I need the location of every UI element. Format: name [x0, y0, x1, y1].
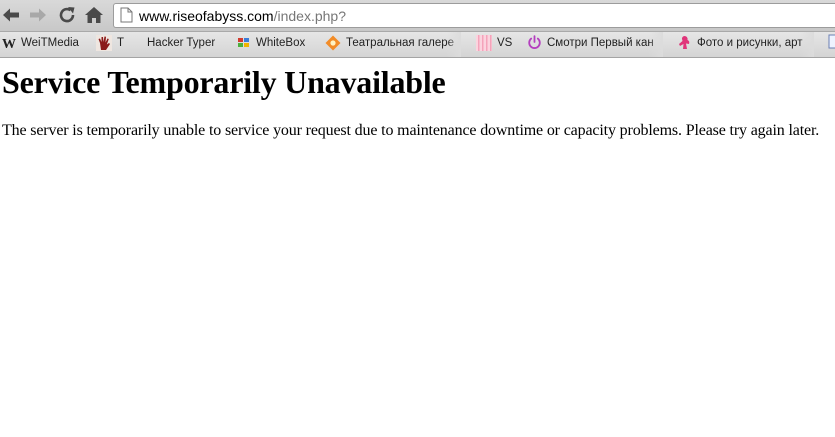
pink-stripes-icon	[476, 34, 492, 51]
address-bar[interactable]: www.riseofabyss.com/index.php?	[113, 3, 835, 28]
url-host: www.riseofabyss.com	[139, 8, 274, 24]
colored-squares-icon	[237, 36, 251, 50]
label-fade	[649, 32, 663, 57]
bookmark-overflow-partial[interactable]	[828, 32, 835, 57]
blank-page-icon	[128, 36, 142, 50]
url-path: /index.php?	[273, 8, 346, 24]
bookmark-theater-gallery[interactable]: Театральная галере	[325, 32, 461, 57]
label-fade	[447, 32, 461, 57]
orange-diamond-icon	[325, 35, 341, 51]
bookmark-photos-art[interactable]: Фото и рисунки, арт	[677, 32, 813, 57]
bookmark-label: T	[117, 37, 125, 49]
back-arrow-icon[interactable]	[0, 4, 22, 26]
bookmark-hacker-typer[interactable]: Hacker Typer	[128, 32, 215, 57]
error-message: The server is temporarily unable to serv…	[2, 122, 820, 139]
page-title: Service Temporarily Unavailable	[2, 64, 446, 100]
page-icon	[120, 7, 133, 23]
browser-toolbar: www.riseofabyss.com/index.php?	[0, 0, 835, 32]
reload-icon[interactable]	[56, 4, 78, 26]
bookmark-label: VS	[497, 37, 513, 49]
bookmark-t[interactable]: T	[96, 32, 124, 57]
bookmark-channel-one[interactable]: Смотри Первый кан	[527, 32, 663, 57]
url-text[interactable]: www.riseofabyss.com/index.php?	[139, 7, 346, 25]
forward-arrow-icon[interactable]	[27, 4, 49, 26]
pink-figure-icon	[677, 35, 692, 50]
cut-off-icon	[828, 34, 835, 49]
svg-text:W: W	[2, 37, 16, 50]
label-fade	[800, 32, 814, 57]
bookmark-label: Театральная галере	[346, 37, 455, 49]
bookmark-whitebox[interactable]: WhiteBox	[237, 32, 305, 57]
bookmark-label: Фото и рисунки, арт	[697, 37, 803, 49]
w-letter-icon: W	[2, 36, 16, 52]
bookmark-label: Hacker Typer	[147, 37, 216, 49]
bookmark-label: WeiTMedia	[21, 37, 79, 49]
power-icon	[527, 35, 542, 50]
handprint-icon	[96, 34, 112, 51]
bookmarks-bar: W WeiTMedia T Hacker Typer WhiteBox Теат…	[0, 32, 835, 58]
bookmark-label: Смотри Первый кан	[547, 37, 654, 49]
bookmark-vs[interactable]: VS	[476, 32, 512, 57]
home-icon[interactable]	[83, 4, 105, 26]
bookmark-weitmedia[interactable]: W WeiTMedia	[2, 32, 79, 57]
bookmark-label: WhiteBox	[256, 37, 306, 49]
